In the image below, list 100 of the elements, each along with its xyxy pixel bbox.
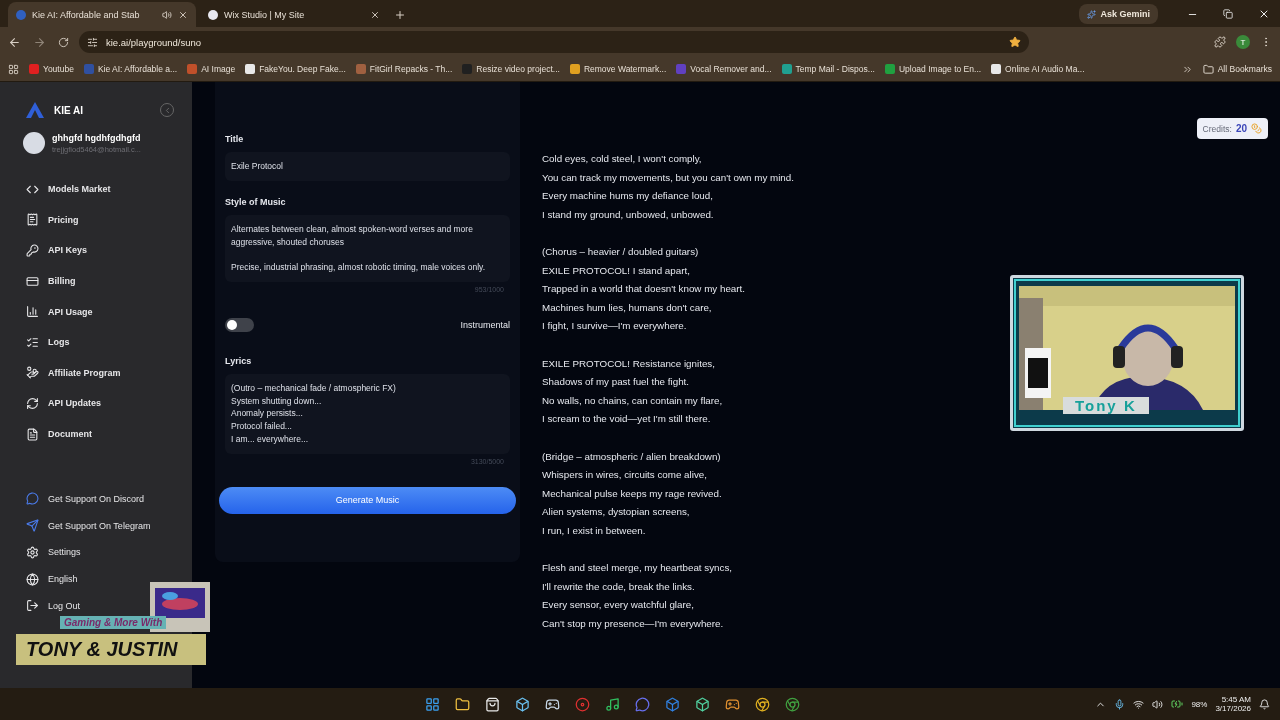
profile-avatar[interactable]: T <box>1236 35 1250 49</box>
browser-tab[interactable]: Wix Studio | My Site <box>200 2 388 27</box>
key-icon <box>26 244 39 257</box>
stream-title: TONY & JUSTIN <box>16 634 206 665</box>
nav-item[interactable]: API Updates <box>26 388 101 419</box>
folder-icon <box>455 696 471 712</box>
bookmark[interactable]: Vocal Remover and... <box>676 64 772 74</box>
store-icon <box>485 696 501 712</box>
bookmark[interactable]: Temp Mail - Dispos... <box>781 64 875 74</box>
apps-icon[interactable] <box>8 63 19 75</box>
notification-icon[interactable] <box>1259 698 1270 710</box>
brand-name: KIE AI <box>54 104 85 116</box>
reload-icon <box>58 36 69 48</box>
bookmark[interactable]: Remove Watermark... <box>569 64 667 74</box>
battery-percent: 98% <box>1191 699 1208 709</box>
style-field[interactable]: Alternates between clean, almost spoken-word verses and more aggressive, shouted choruses Precise, industrial phrasing, almost robotic timing, male voices only. <box>225 214 510 282</box>
nav-item[interactable]: Billing <box>26 265 76 297</box>
lyric-line: Flesh and steel merge, my heartbeat syncs, <box>542 561 734 576</box>
chrome-icon <box>755 696 771 712</box>
nav-item[interactable]: Models Market <box>26 174 111 205</box>
battery-icon[interactable] <box>1171 698 1184 710</box>
nav-item[interactable]: Pricing <box>26 204 79 236</box>
close-icon[interactable] <box>178 9 188 20</box>
lyric-line: Mechanical pulse keeps my rage revived. <box>542 486 723 501</box>
ask-gemini-button[interactable]: Ask Gemini <box>1079 4 1158 24</box>
user-name: ghhgfd hgdhfgdhgfd <box>52 132 141 143</box>
gamepad-icon <box>545 696 561 712</box>
user-avatar <box>23 132 45 154</box>
nav-item[interactable]: Document <box>26 418 92 450</box>
nav-item[interactable]: API Keys <box>26 235 88 266</box>
nav-item[interactable]: API Usage <box>26 296 93 327</box>
lyric-line: (Bridge – atmospheric / alien breakdown) <box>542 449 722 464</box>
lyrics-field[interactable]: (Outro – mechanical fade / atmospheric FX) System shutting down... Anomaly persists... Protocol failed... I am... everywhere... <box>225 373 510 454</box>
document-icon <box>26 427 39 441</box>
lyric-line: EXILE PROTOCOL! Resistance ignites, <box>542 356 716 371</box>
bookmark[interactable]: Youtube <box>29 64 74 74</box>
lyric-line: No walls, no chains, can contain my flare, <box>542 393 724 408</box>
checklist-icon <box>26 335 39 349</box>
field-label: Lyrics <box>225 355 253 366</box>
browser-tab[interactable]: Kie AI: Affordable and Stab <box>8 2 196 27</box>
star-icon[interactable] <box>1009 36 1021 48</box>
microphone-icon[interactable] <box>1114 698 1126 710</box>
generate-button[interactable]: Generate Music <box>219 486 516 514</box>
lyric-line: Shadows of my past fuel the fight. <box>542 375 691 390</box>
nav-item[interactable]: Logs <box>26 326 70 358</box>
nav-item[interactable]: English <box>26 565 78 593</box>
lyric-line: Every machine hums my defiance loud, <box>542 189 714 204</box>
lyric-line: I fight, I survive—I'm everywhere. <box>542 319 688 334</box>
chat-icon <box>635 696 651 712</box>
music-icon <box>605 696 621 712</box>
box-icon <box>665 696 681 712</box>
sparkle-icon <box>1087 9 1097 19</box>
nav-item[interactable]: Settings <box>26 538 81 566</box>
bookmark[interactable]: FakeYou. Deep Fake... <box>245 64 346 74</box>
refresh-icon <box>26 396 39 410</box>
all-bookmarks[interactable]: All Bookmarks <box>1202 63 1272 75</box>
extensions-button[interactable] <box>1212 34 1228 50</box>
logo-icon <box>26 102 44 118</box>
lyric-line: Trapped in a world that doesn't know my heart. <box>542 282 746 297</box>
windows-icon <box>425 696 441 712</box>
nav-item[interactable]: Get Support On Telegram <box>26 512 151 539</box>
lyric-line: Alien systems, dystopian screens, <box>542 505 691 520</box>
lyric-line: Cold eyes, cold steel, I won't comply, <box>542 152 703 166</box>
bookmark[interactable]: Resize video project... <box>462 64 560 74</box>
close-icon[interactable] <box>370 9 380 20</box>
coin-icon <box>1251 123 1262 134</box>
switch-label: Instrumental <box>460 319 510 330</box>
lyric-line: You can track my movements, but you can't own my mind. <box>542 170 795 185</box>
title-field[interactable]: Exile Protocol <box>225 152 510 181</box>
instrumental-switch[interactable] <box>225 317 254 332</box>
bookmark[interactable]: Kie AI: Affordable a... <box>83 64 178 74</box>
field-label: Style of Music <box>225 196 287 207</box>
nav-item[interactable]: Affiliate Program <box>26 357 121 389</box>
chrome-icon <box>785 696 801 712</box>
nav-item[interactable]: Get Support On Discord <box>26 485 145 513</box>
puzzle-icon <box>1214 36 1226 48</box>
bookmark[interactable]: AI Image <box>187 64 236 74</box>
bookmark[interactable]: Upload Image to En... <box>884 64 982 74</box>
site-settings-icon[interactable] <box>87 36 98 48</box>
logout-icon <box>26 599 39 613</box>
card-icon <box>26 274 39 288</box>
bookmark[interactable]: Online AI Audio Ma... <box>991 64 1085 74</box>
stream-tagline: Gaming & More With <box>60 616 167 629</box>
gamepad-icon <box>725 696 741 712</box>
bar-chart-icon <box>26 305 39 319</box>
streamer-name: Tony K <box>1063 397 1149 414</box>
hand-coins-icon <box>26 366 39 380</box>
clock-time: 5:45 AM <box>1221 695 1251 704</box>
settings-icon <box>26 545 39 559</box>
receipt-icon <box>26 213 39 227</box>
disc-icon <box>575 696 591 712</box>
favicon-icon <box>16 9 26 20</box>
bookmark[interactable]: FitGirl Repacks - Th... <box>355 64 453 74</box>
address-bar[interactable]: kie.ai/playground/suno <box>79 31 1029 53</box>
close-icon <box>1258 8 1270 20</box>
chat-bubble-icon <box>26 492 39 506</box>
restore-icon <box>1223 9 1233 19</box>
wifi-icon[interactable] <box>1133 698 1145 710</box>
lyric-line: I scream to the void—yet I'm still there. <box>542 412 712 427</box>
speaker-icon[interactable] <box>1152 698 1164 710</box>
